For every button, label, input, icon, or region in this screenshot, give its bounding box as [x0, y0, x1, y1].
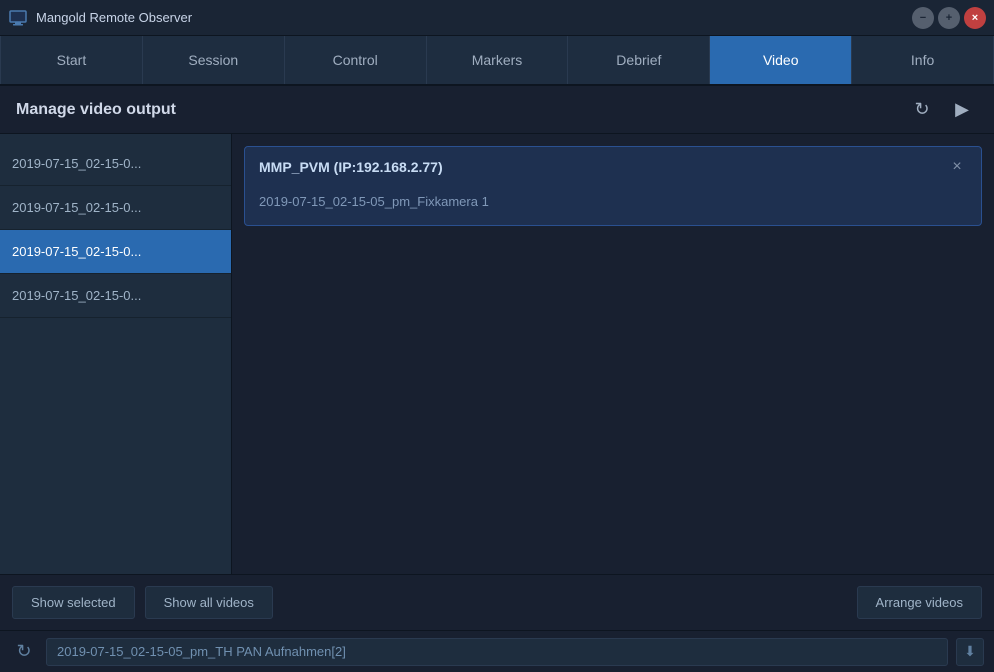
main-content: Manage video output ↻ ▶ 2019-07-15_02-15…: [0, 86, 994, 672]
video-entry-filename: 2019-07-15_02-15-05_pm_Fixkamera 1: [259, 194, 489, 209]
list-item[interactable]: 2019-07-15_02-15-0...: [0, 186, 231, 230]
video-entry-body: 2019-07-15_02-15-05_pm_Fixkamera 1: [245, 187, 981, 225]
app-icon: [8, 8, 28, 28]
tab-markers[interactable]: Markers: [427, 36, 569, 84]
video-list: 2019-07-15_02-15-0... 2019-07-15_02-15-0…: [0, 134, 232, 574]
tab-start[interactable]: Start: [0, 36, 143, 84]
video-entry-close-button[interactable]: ×: [947, 157, 967, 177]
status-bar: ↻ 2019-07-15_02-15-05_pm_TH PAN Aufnahme…: [0, 630, 994, 672]
content-panel: 2019-07-15_02-15-0... 2019-07-15_02-15-0…: [0, 134, 994, 574]
bottom-action-bar: Show selected Show all videos Arrange vi…: [0, 574, 994, 630]
video-entry-title: MMP_PVM (IP:192.168.2.77): [259, 159, 443, 175]
video-detail-panel: MMP_PVM (IP:192.168.2.77) × 2019-07-15_0…: [232, 134, 994, 574]
title-bar: Mangold Remote Observer − + ×: [0, 0, 994, 36]
list-item[interactable]: 2019-07-15_02-15-0...: [0, 230, 231, 274]
window-controls: − + ×: [912, 7, 986, 29]
show-selected-button[interactable]: Show selected: [12, 586, 135, 619]
tab-info[interactable]: Info: [852, 36, 994, 84]
page-title: Manage video output: [16, 101, 176, 119]
show-all-videos-button[interactable]: Show all videos: [145, 586, 273, 619]
refresh-button[interactable]: ↻: [906, 94, 938, 126]
app-title: Mangold Remote Observer: [36, 10, 912, 25]
status-text: 2019-07-15_02-15-05_pm_TH PAN Aufnahmen[…: [46, 638, 948, 666]
tab-video[interactable]: Video: [710, 36, 852, 84]
video-entry: MMP_PVM (IP:192.168.2.77) × 2019-07-15_0…: [244, 146, 982, 226]
tab-session[interactable]: Session: [143, 36, 285, 84]
video-entry-header: MMP_PVM (IP:192.168.2.77) ×: [245, 147, 981, 187]
tab-debrief[interactable]: Debrief: [568, 36, 710, 84]
maximize-button[interactable]: +: [938, 7, 960, 29]
header-actions: ↻ ▶: [906, 94, 978, 126]
play-button[interactable]: ▶: [946, 94, 978, 126]
header-bar: Manage video output ↻ ▶: [0, 86, 994, 134]
tab-control[interactable]: Control: [285, 36, 427, 84]
list-item[interactable]: 2019-07-15_02-15-0...: [0, 142, 231, 186]
list-item[interactable]: 2019-07-15_02-15-0...: [0, 274, 231, 318]
status-dropdown-button[interactable]: ⬇: [956, 638, 984, 666]
tab-bar: Start Session Control Markers Debrief Vi…: [0, 36, 994, 86]
close-button[interactable]: ×: [964, 7, 986, 29]
arrange-videos-button[interactable]: Arrange videos: [857, 586, 982, 619]
minimize-button[interactable]: −: [912, 7, 934, 29]
status-refresh-button[interactable]: ↻: [10, 638, 38, 666]
